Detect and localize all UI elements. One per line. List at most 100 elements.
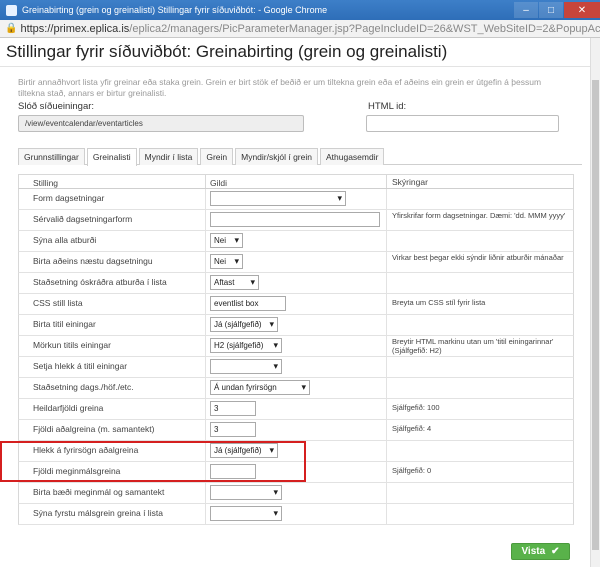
table-row: Staðsetning óskráðra atburða í lista Afta… bbox=[18, 273, 574, 294]
setting-label: Staðsetning dags./höf./etc. bbox=[19, 378, 206, 398]
table-row: Birta bæði meginmál og samantekt bbox=[18, 483, 574, 504]
table-row: Sýna fyrstu málsgrein greina í lista bbox=[18, 504, 574, 525]
path-and-id-fields: Slóð síðueiningar: /view/eventcalendar/e… bbox=[18, 101, 582, 135]
setting-select[interactable]: Aftast bbox=[210, 275, 259, 290]
setting-note bbox=[387, 273, 573, 293]
setting-note bbox=[387, 315, 573, 335]
page-description: Birtir annaðhvort lista yfir greinar eða… bbox=[18, 77, 542, 98]
setting-note: Sjálfgefið: 4 bbox=[392, 424, 432, 433]
setting-note bbox=[387, 357, 573, 377]
vista-button[interactable]: Vista ✔ bbox=[511, 543, 570, 560]
setting-note bbox=[387, 189, 573, 209]
setting-note: Breyta um CSS stíl fyrir lista bbox=[392, 298, 486, 307]
setting-note bbox=[387, 483, 573, 503]
setting-value-cell bbox=[206, 462, 387, 482]
check-icon: ✔ bbox=[551, 546, 560, 557]
setting-note bbox=[387, 378, 573, 398]
setting-label: Sérvalið dagsetningarform bbox=[19, 210, 206, 230]
setting-select[interactable]: Nei bbox=[210, 254, 243, 269]
setting-input[interactable] bbox=[210, 464, 256, 479]
setting-select[interactable] bbox=[210, 191, 346, 206]
dialog-page: Stillingar fyrir síðuviðbót: Greinabirti… bbox=[0, 38, 600, 567]
table-row: Heildarfjöldi greina 3 Sjálfgefið: 100 bbox=[18, 399, 574, 420]
setting-label: Setja hlekk á titil einingar bbox=[19, 357, 206, 377]
setting-note bbox=[387, 231, 573, 251]
window-titlebar: Greinabirting (grein og greinalisti) Sti… bbox=[0, 0, 600, 20]
table-row: CSS still lista eventlist box Breyta um CS… bbox=[18, 294, 574, 315]
setting-value-cell: H2 (sjálfgefið) bbox=[206, 336, 387, 356]
lock-icon: 🔒 bbox=[5, 23, 18, 34]
table-row: Sýna alla atburði Nei bbox=[18, 231, 574, 252]
setting-value-cell: Nei bbox=[206, 252, 387, 272]
setting-label: Birta aðeins næstu dagsetningu bbox=[19, 252, 206, 272]
setting-label: Birta bæði meginmál og samantekt bbox=[19, 483, 206, 503]
setting-select[interactable]: Já (sjálfgefið) bbox=[210, 317, 278, 332]
tab-3[interactable]: Grein bbox=[200, 148, 234, 165]
setting-value-cell bbox=[206, 357, 387, 377]
setting-select[interactable] bbox=[210, 359, 282, 374]
table-row: Staðsetning dags./höf./etc. Á undan fyrir… bbox=[18, 378, 574, 399]
tab-1[interactable]: Greinalisti bbox=[86, 148, 137, 166]
table-row: Birta titil einingar Já (sjálfgefið) bbox=[18, 315, 574, 336]
setting-label: Sýna alla atburði bbox=[19, 231, 206, 251]
setting-input[interactable]: eventlist box bbox=[210, 296, 286, 311]
setting-label: CSS still lista bbox=[19, 294, 206, 314]
setting-note: Breytir HTML markinu utan um 'titil eini… bbox=[392, 337, 554, 355]
table-row: Fjöldi meginmálsgreina Sjálfgefið: 0 bbox=[18, 462, 574, 483]
setting-value-cell: Já (sjálfgefið) bbox=[206, 441, 387, 461]
setting-input[interactable] bbox=[210, 212, 380, 227]
table-row: Form dagsetningar bbox=[18, 189, 574, 210]
setting-select[interactable]: Já (sjálfgefið) bbox=[210, 443, 278, 458]
settings-tabs: Grunnstillingar Greinalisti Myndir í lista… bbox=[18, 148, 582, 166]
setting-label: Heildarfjöldi greina bbox=[19, 399, 206, 419]
scrollbar[interactable] bbox=[590, 38, 600, 567]
header-value: Gildi bbox=[206, 175, 387, 188]
close-icon[interactable]: ✕ bbox=[564, 2, 600, 18]
setting-note: Sjálfgefið: 100 bbox=[392, 403, 440, 412]
tab-2[interactable]: Myndir í lista bbox=[138, 148, 199, 165]
app-icon bbox=[6, 4, 17, 16]
table-row: Mörkun titils einingar H2 (sjálfgefið) Bre… bbox=[18, 336, 574, 357]
setting-input[interactable]: 3 bbox=[210, 401, 256, 416]
setting-value-cell: Já (sjálfgefið) bbox=[206, 315, 387, 335]
setting-value-cell: eventlist box bbox=[206, 294, 387, 314]
setting-value-cell: 3 bbox=[206, 399, 387, 419]
setting-label: Birta titil einingar bbox=[19, 315, 206, 335]
tab-0[interactable]: Grunnstillingar bbox=[18, 148, 85, 165]
page-title: Stillingar fyrir síðuviðbót: Greinabirti… bbox=[0, 38, 600, 67]
setting-select[interactable]: Nei bbox=[210, 233, 243, 248]
tab-5[interactable]: Athugasemdir bbox=[319, 148, 385, 165]
header-notes: Skýringar bbox=[392, 177, 428, 187]
table-row: Setja hlekk á titil einingar bbox=[18, 357, 574, 378]
setting-select[interactable] bbox=[210, 485, 282, 500]
settings-table: Stilling Gildi Skýringar Form dagsetning… bbox=[18, 174, 574, 525]
minimize-icon[interactable]: – bbox=[514, 2, 538, 18]
header-setting: Stilling bbox=[19, 175, 206, 188]
setting-select[interactable]: Á undan fyrirsögn bbox=[210, 380, 310, 395]
setting-label: Fjöldi aðalgreina (m. samantekt) bbox=[19, 420, 206, 440]
html-id-label: HTML id: bbox=[368, 101, 407, 112]
setting-label: Staðsetning óskráðra atburða í lista bbox=[19, 273, 206, 293]
setting-value-cell bbox=[206, 483, 387, 503]
address-bar[interactable]: 🔒 https://primex.eplica.is/eplica2/manag… bbox=[0, 20, 600, 38]
table-header: Stilling Gildi Skýringar bbox=[18, 174, 574, 189]
tab-4[interactable]: Myndir/skjól í grein bbox=[235, 148, 318, 165]
setting-value-cell bbox=[206, 189, 387, 209]
html-id-input[interactable] bbox=[366, 115, 559, 132]
setting-value-cell: Nei bbox=[206, 231, 387, 251]
setting-value-cell: Aftast bbox=[206, 273, 387, 293]
setting-label: Hlekk á fyrirsögn aðalgreina bbox=[19, 441, 206, 461]
url-host: https://primex.eplica.is bbox=[20, 22, 130, 35]
setting-select[interactable] bbox=[210, 506, 282, 521]
table-row: Hlekk á fyrirsögn aðalgreina Já (sjálfgef… bbox=[18, 441, 574, 462]
setting-note bbox=[387, 504, 573, 524]
footer-bar: Vista ✔ bbox=[0, 537, 590, 567]
setting-value-cell bbox=[206, 210, 387, 230]
setting-input[interactable]: 3 bbox=[210, 422, 256, 437]
setting-label: Fjöldi meginmálsgreina bbox=[19, 462, 206, 482]
scrollbar-thumb[interactable] bbox=[592, 80, 599, 550]
path-input: /view/eventcalendar/eventarticles bbox=[18, 115, 304, 132]
maximize-icon[interactable]: □ bbox=[539, 2, 563, 18]
path-label: Slóð síðueiningar: bbox=[18, 101, 95, 112]
setting-select[interactable]: H2 (sjálfgefið) bbox=[210, 338, 282, 353]
